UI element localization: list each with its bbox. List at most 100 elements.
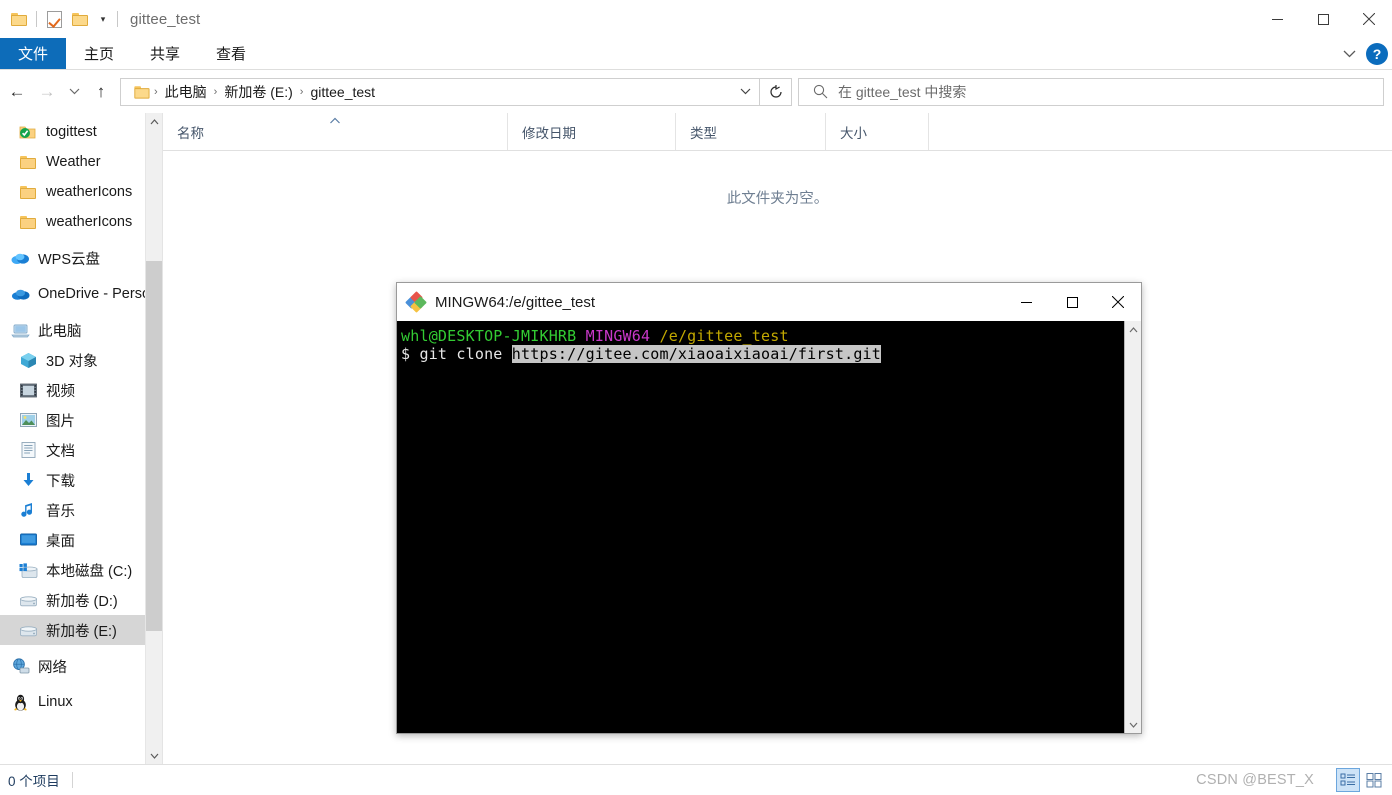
- sidebar-item-wps[interactable]: WPS云盘: [0, 243, 162, 273]
- linux-penguin-icon: [10, 692, 30, 712]
- navigation-scrollbar[interactable]: [145, 113, 162, 764]
- sidebar-item-[interactable]: 文档: [0, 435, 162, 465]
- sidebar-item-[interactable]: 网络: [0, 651, 162, 681]
- maximize-button[interactable]: [1300, 0, 1346, 38]
- sidebar-item-[interactable]: 桌面: [0, 525, 162, 555]
- terminal-scrollbar[interactable]: [1124, 321, 1141, 733]
- item-count-label: 0 个项目: [8, 774, 60, 789]
- onedrive-icon: [10, 284, 30, 304]
- downloads-icon: [18, 470, 38, 490]
- large-icons-view-button[interactable]: [1362, 768, 1386, 792]
- scroll-up-icon[interactable]: [146, 113, 162, 130]
- new-folder-icon[interactable]: [67, 4, 93, 34]
- terminal-selected-url[interactable]: https://gitee.com/xiaoaixiaoai/first.git: [511, 345, 882, 363]
- sidebar-item-label: weatherIcons: [46, 184, 133, 200]
- folder-icon[interactable]: [6, 4, 32, 34]
- sidebar-item-weathericons[interactable]: weatherIcons: [0, 207, 162, 237]
- terminal-close-button[interactable]: [1095, 283, 1141, 321]
- terminal-scroll-down-icon[interactable]: [1125, 716, 1141, 733]
- properties-icon[interactable]: [41, 4, 67, 34]
- sidebar-item-[interactable]: 下载: [0, 465, 162, 495]
- tab-share[interactable]: 共享: [132, 38, 198, 69]
- folder-icon: [18, 152, 38, 172]
- minimize-button[interactable]: [1254, 0, 1300, 38]
- sidebar-item-label: 音乐: [46, 503, 75, 520]
- column-header-修改日期[interactable]: 修改日期: [508, 113, 676, 150]
- terminal-maximize-button[interactable]: [1049, 283, 1095, 321]
- mingw64-terminal-window: MINGW64:/e/gittee_test whl@DESKTOP-JMIKH…: [396, 282, 1142, 734]
- terminal-title: MINGW64:/e/gittee_test: [435, 293, 596, 311]
- sort-ascending-icon: [330, 116, 341, 126]
- address-bar[interactable]: › 此电脑 › 新加卷 (E:) › gittee_test: [120, 77, 760, 106]
- sidebar-item-label: OneDrive - Perso: [38, 286, 151, 302]
- sidebar-item-[interactable]: 此电脑: [0, 315, 162, 345]
- empty-folder-message: 此文件夹为空。: [726, 191, 829, 207]
- terminal-line: $ git clone https://gitee.com/xiaoaixiao…: [401, 345, 1124, 363]
- sidebar-item-weathericons[interactable]: weatherIcons: [0, 177, 162, 207]
- search-icon: [813, 84, 828, 99]
- sidebar-item-label: Weather: [46, 154, 101, 170]
- sidebar-item-weather[interactable]: Weather: [0, 147, 162, 177]
- sidebar-item-d[interactable]: 新加卷 (D:): [0, 585, 162, 615]
- sidebar-item-[interactable]: 图片: [0, 405, 162, 435]
- terminal-minimize-button[interactable]: [1003, 283, 1049, 321]
- sidebar-item-label: 桌面: [46, 533, 75, 550]
- sidebar-item-label: 本地磁盘 (C:): [46, 563, 133, 580]
- sidebar-item-label: 此电脑: [38, 323, 82, 340]
- column-header-大小[interactable]: 大小: [826, 113, 929, 150]
- scroll-down-icon[interactable]: [146, 747, 162, 764]
- sidebar-item-label: WPS云盘: [38, 251, 101, 268]
- terminal-text-segment: /e/gittee_test: [659, 327, 789, 345]
- chevron-down-icon[interactable]: [1336, 41, 1362, 67]
- drive-icon: [18, 620, 38, 640]
- csdn-watermark: CSDN @BEST_X: [1196, 772, 1314, 788]
- address-chevron-down-icon[interactable]: [733, 79, 757, 105]
- sidebar-item-e[interactable]: 新加卷 (E:): [0, 615, 162, 645]
- sidebar-item-[interactable]: 视频: [0, 375, 162, 405]
- pictures-icon: [18, 410, 38, 430]
- help-button[interactable]: ?: [1366, 42, 1388, 65]
- terminal-screen[interactable]: whl@DESKTOP-JMIKHRB MINGW64 /e/gittee_te…: [397, 321, 1141, 733]
- sidebar-item-c[interactable]: 本地磁盘 (C:): [0, 555, 162, 585]
- sidebar-item-togittest[interactable]: togittest: [0, 117, 162, 147]
- breadcrumb-separator-icon-2: ›: [213, 85, 218, 98]
- forward-button[interactable]: →: [32, 77, 62, 107]
- recent-locations-icon[interactable]: [62, 77, 86, 107]
- sidebar-item-label: 文档: [46, 443, 75, 460]
- column-header-名称[interactable]: 名称: [163, 113, 508, 150]
- column-header-类型[interactable]: 类型: [676, 113, 826, 150]
- sidebar-item-3d[interactable]: 3D 对象: [0, 345, 162, 375]
- back-button[interactable]: ←: [2, 77, 32, 107]
- sync-folder-icon: [18, 122, 38, 142]
- drive-icon: [18, 590, 38, 610]
- breadcrumb-item-gittee-test[interactable]: gittee_test: [305, 82, 380, 102]
- up-button[interactable]: ↑: [86, 77, 116, 107]
- music-icon: [18, 500, 38, 520]
- toolbar-divider: [36, 11, 37, 27]
- sidebar-item-[interactable]: 音乐: [0, 495, 162, 525]
- terminal-line: whl@DESKTOP-JMIKHRB MINGW64 /e/gittee_te…: [401, 327, 1124, 345]
- terminal-console-text[interactable]: whl@DESKTOP-JMIKHRB MINGW64 /e/gittee_te…: [397, 321, 1124, 733]
- breadcrumb-item-drive-e[interactable]: 新加卷 (E:): [219, 80, 297, 104]
- tab-view[interactable]: 查看: [198, 38, 264, 69]
- details-view-button[interactable]: [1336, 768, 1360, 792]
- tab-home[interactable]: 主页: [66, 38, 132, 69]
- documents-icon: [18, 440, 38, 460]
- sidebar-item-linux[interactable]: Linux: [0, 687, 162, 717]
- sidebar-item-onedrive-perso[interactable]: OneDrive - Perso: [0, 279, 162, 309]
- search-input[interactable]: 在 gittee_test 中搜索: [798, 77, 1384, 106]
- sidebar-item-label: 新加卷 (E:): [46, 623, 117, 640]
- column-header-label: 大小: [840, 125, 867, 141]
- videos-icon: [18, 380, 38, 400]
- refresh-button[interactable]: [760, 77, 792, 106]
- sidebar-item-label: 网络: [38, 659, 67, 676]
- close-button[interactable]: [1346, 0, 1392, 38]
- terminal-scroll-up-icon[interactable]: [1125, 321, 1141, 338]
- quick-access-chevron-down-icon[interactable]: ▾: [93, 4, 113, 34]
- mingw-diamond-icon: [405, 291, 427, 313]
- navigation-scrollbar-thumb[interactable]: [146, 261, 162, 631]
- breadcrumb-item-this-pc[interactable]: 此电脑: [160, 80, 212, 104]
- window-controls: [1254, 0, 1392, 38]
- breadcrumb-folder-icon[interactable]: [129, 84, 152, 99]
- tab-file[interactable]: 文件: [0, 38, 67, 69]
